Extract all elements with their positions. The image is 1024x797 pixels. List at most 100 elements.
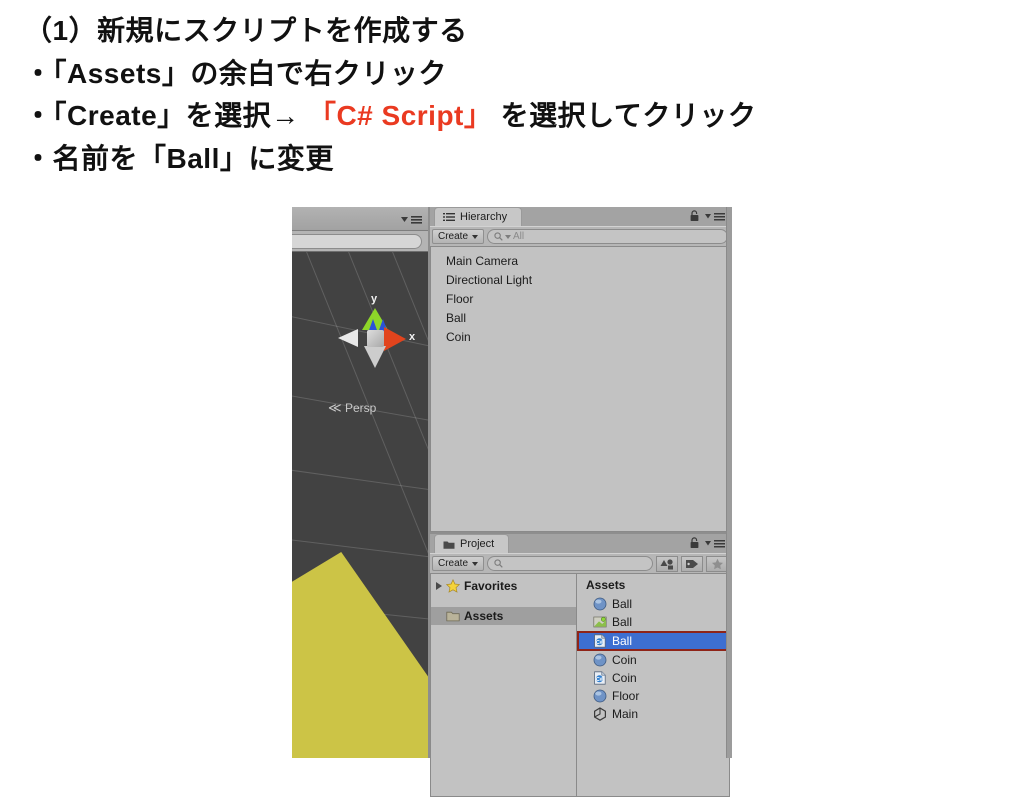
- prefab-sphere-icon: [593, 597, 607, 611]
- project-create-button[interactable]: Create: [432, 556, 485, 571]
- project-tab-controls: [690, 537, 726, 549]
- panel-menu-icon[interactable]: [399, 214, 423, 224]
- asset-label: Ball: [612, 597, 633, 611]
- svg-text:C#: C#: [596, 677, 604, 683]
- asset-row-coin-script[interactable]: C# Coin: [577, 669, 729, 687]
- hierarchy-tab-controls: [690, 210, 726, 222]
- lock-icon[interactable]: [690, 210, 699, 222]
- hierarchy-list[interactable]: Main Camera Directional Light Floor Ball…: [430, 246, 730, 532]
- slide-line-3-text-a: ・「Create」を選択→: [24, 100, 308, 132]
- tab-hierarchy[interactable]: Hierarchy: [434, 207, 523, 226]
- slide-line-1-text: （1）新規にスクリプトを作成する: [24, 15, 468, 46]
- asset-label: Coin: [612, 671, 637, 685]
- label-filter-icon[interactable]: [681, 555, 703, 572]
- scene-view-toolbar: [292, 207, 428, 231]
- panel-menu-icon[interactable]: [704, 538, 726, 548]
- asset-row-main-scene[interactable]: Main: [577, 705, 729, 723]
- unity-editor-screenshot: y x ≪ Persp Hierarchy Create All Main Ca…: [292, 207, 732, 797]
- hierarchy-list-icon: [443, 212, 455, 221]
- asset-row-floor-prefab[interactable]: Floor: [577, 687, 729, 705]
- tree-item-favorites-label: Favorites: [464, 579, 518, 593]
- chevron-down-icon: [505, 234, 512, 239]
- tree-item-assets-label: Assets: [464, 609, 504, 623]
- hierarchy-create-button[interactable]: Create: [432, 229, 485, 244]
- star-icon: [446, 579, 460, 593]
- hierarchy-panel: Hierarchy Create All Main Camera Directi…: [430, 207, 730, 532]
- hierarchy-create-label: Create: [438, 231, 469, 242]
- slide-line-3: ・「Create」を選択→ 「C# Script」 を選択してクリック: [24, 95, 1004, 138]
- scene-projection-text: Persp: [344, 401, 377, 415]
- asset-label: Ball: [612, 615, 633, 629]
- hierarchy-item-floor[interactable]: Floor: [431, 290, 729, 309]
- right-panel-column: Hierarchy Create All Main Camera Directi…: [428, 207, 732, 797]
- slide-line-3-accent: 「C# Script」: [307, 100, 493, 132]
- hierarchy-item-directional-light[interactable]: Directional Light: [431, 271, 729, 290]
- object-filter-icon[interactable]: [656, 555, 678, 572]
- scene-projection-label[interactable]: ≪ Persp: [328, 400, 376, 416]
- asset-row-ball-script[interactable]: C# Ball: [577, 631, 729, 651]
- grid-line: [292, 537, 428, 563]
- panel-menu-icon[interactable]: [704, 211, 726, 221]
- prefab-sphere-icon: [593, 653, 607, 667]
- chevron-down-icon: [472, 561, 479, 566]
- slide-heading-block: （1）新規にスクリプトを作成する ・「Assets」の余白で右クリック ・「Cr…: [24, 10, 1004, 180]
- asset-label: Coin: [612, 653, 637, 667]
- tree-item-favorites[interactable]: Favorites: [431, 577, 576, 595]
- tab-hierarchy-label: Hierarchy: [460, 211, 508, 223]
- gizmo-y-label: y: [371, 293, 378, 305]
- material-icon: [593, 616, 607, 628]
- project-create-label: Create: [438, 558, 469, 569]
- project-tree-pane[interactable]: Favorites Assets: [431, 574, 577, 796]
- asset-row-ball-prefab[interactable]: Ball: [577, 595, 729, 613]
- lock-icon[interactable]: [690, 537, 699, 549]
- search-icon: [494, 559, 503, 568]
- grid-line: [292, 467, 428, 496]
- favorites-star-icon[interactable]: [706, 555, 728, 572]
- prefab-sphere-icon: [593, 689, 607, 703]
- project-panel: Project Create Favorites Assets Assets B…: [430, 534, 730, 797]
- scene-axis-gizmo[interactable]: y x: [338, 293, 416, 380]
- slide-line-1: （1）新規にスクリプトを作成する: [24, 10, 1004, 53]
- hierarchy-toolbar: Create All: [430, 226, 730, 246]
- project-toolbar: Create: [430, 553, 730, 573]
- asset-label: Ball: [612, 634, 633, 648]
- asset-row-ball-material[interactable]: Ball: [577, 613, 729, 631]
- scene-search-input[interactable]: [292, 234, 422, 249]
- tab-project[interactable]: Project: [434, 534, 510, 553]
- hierarchy-item-main-camera[interactable]: Main Camera: [431, 252, 729, 271]
- slide-line-2-text: ・「Assets」の余白で右クリック: [24, 57, 447, 89]
- scene-view-panel[interactable]: y x ≪ Persp: [292, 207, 428, 758]
- slide-line-4-text: ・名前を「Ball」に変更: [24, 142, 334, 174]
- panel-scroll-gutter[interactable]: [726, 207, 732, 758]
- unity-scene-icon: [594, 707, 606, 721]
- asset-row-coin-prefab[interactable]: Coin: [577, 651, 729, 669]
- project-search-input[interactable]: [487, 556, 653, 571]
- project-browser: Favorites Assets Assets Ball Ball C# Bal…: [430, 573, 730, 797]
- slide-line-2: ・「Assets」の余白で右クリック: [24, 53, 1004, 96]
- chevron-right-icon[interactable]: [436, 582, 442, 590]
- gizmo-x-axis-cone: [384, 327, 406, 351]
- csharp-script-icon: C#: [594, 671, 606, 685]
- assets-header: Assets: [586, 578, 626, 592]
- slide-line-3-text-b: を選択してクリック: [492, 100, 757, 132]
- slide-line-4: ・名前を「Ball」に変更: [24, 138, 1004, 181]
- search-icon: [494, 232, 503, 241]
- asset-label: Main: [612, 707, 639, 721]
- folder-icon: [446, 611, 460, 622]
- hierarchy-tabbar: Hierarchy: [430, 207, 730, 226]
- chevron-down-icon: [472, 234, 479, 239]
- project-assets-pane[interactable]: Assets Ball Ball C# Ball Coin C# Coin Fl…: [577, 574, 729, 796]
- tab-project-label: Project: [460, 538, 495, 550]
- asset-label: Floor: [612, 689, 640, 703]
- gizmo-x-label: x: [409, 331, 416, 343]
- gizmo-neg-x-axis-cone: [338, 329, 358, 347]
- svg-text:C#: C#: [596, 640, 604, 646]
- scene-viewport[interactable]: y x ≪ Persp: [292, 252, 428, 758]
- hierarchy-item-ball[interactable]: Ball: [431, 309, 729, 328]
- tree-item-assets[interactable]: Assets: [431, 607, 576, 625]
- project-tabbar: Project: [430, 534, 730, 553]
- hierarchy-search-input[interactable]: All: [487, 229, 728, 244]
- hierarchy-item-coin[interactable]: Coin: [431, 328, 729, 347]
- csharp-script-icon: C#: [594, 634, 606, 648]
- floor-object[interactable]: [292, 552, 428, 758]
